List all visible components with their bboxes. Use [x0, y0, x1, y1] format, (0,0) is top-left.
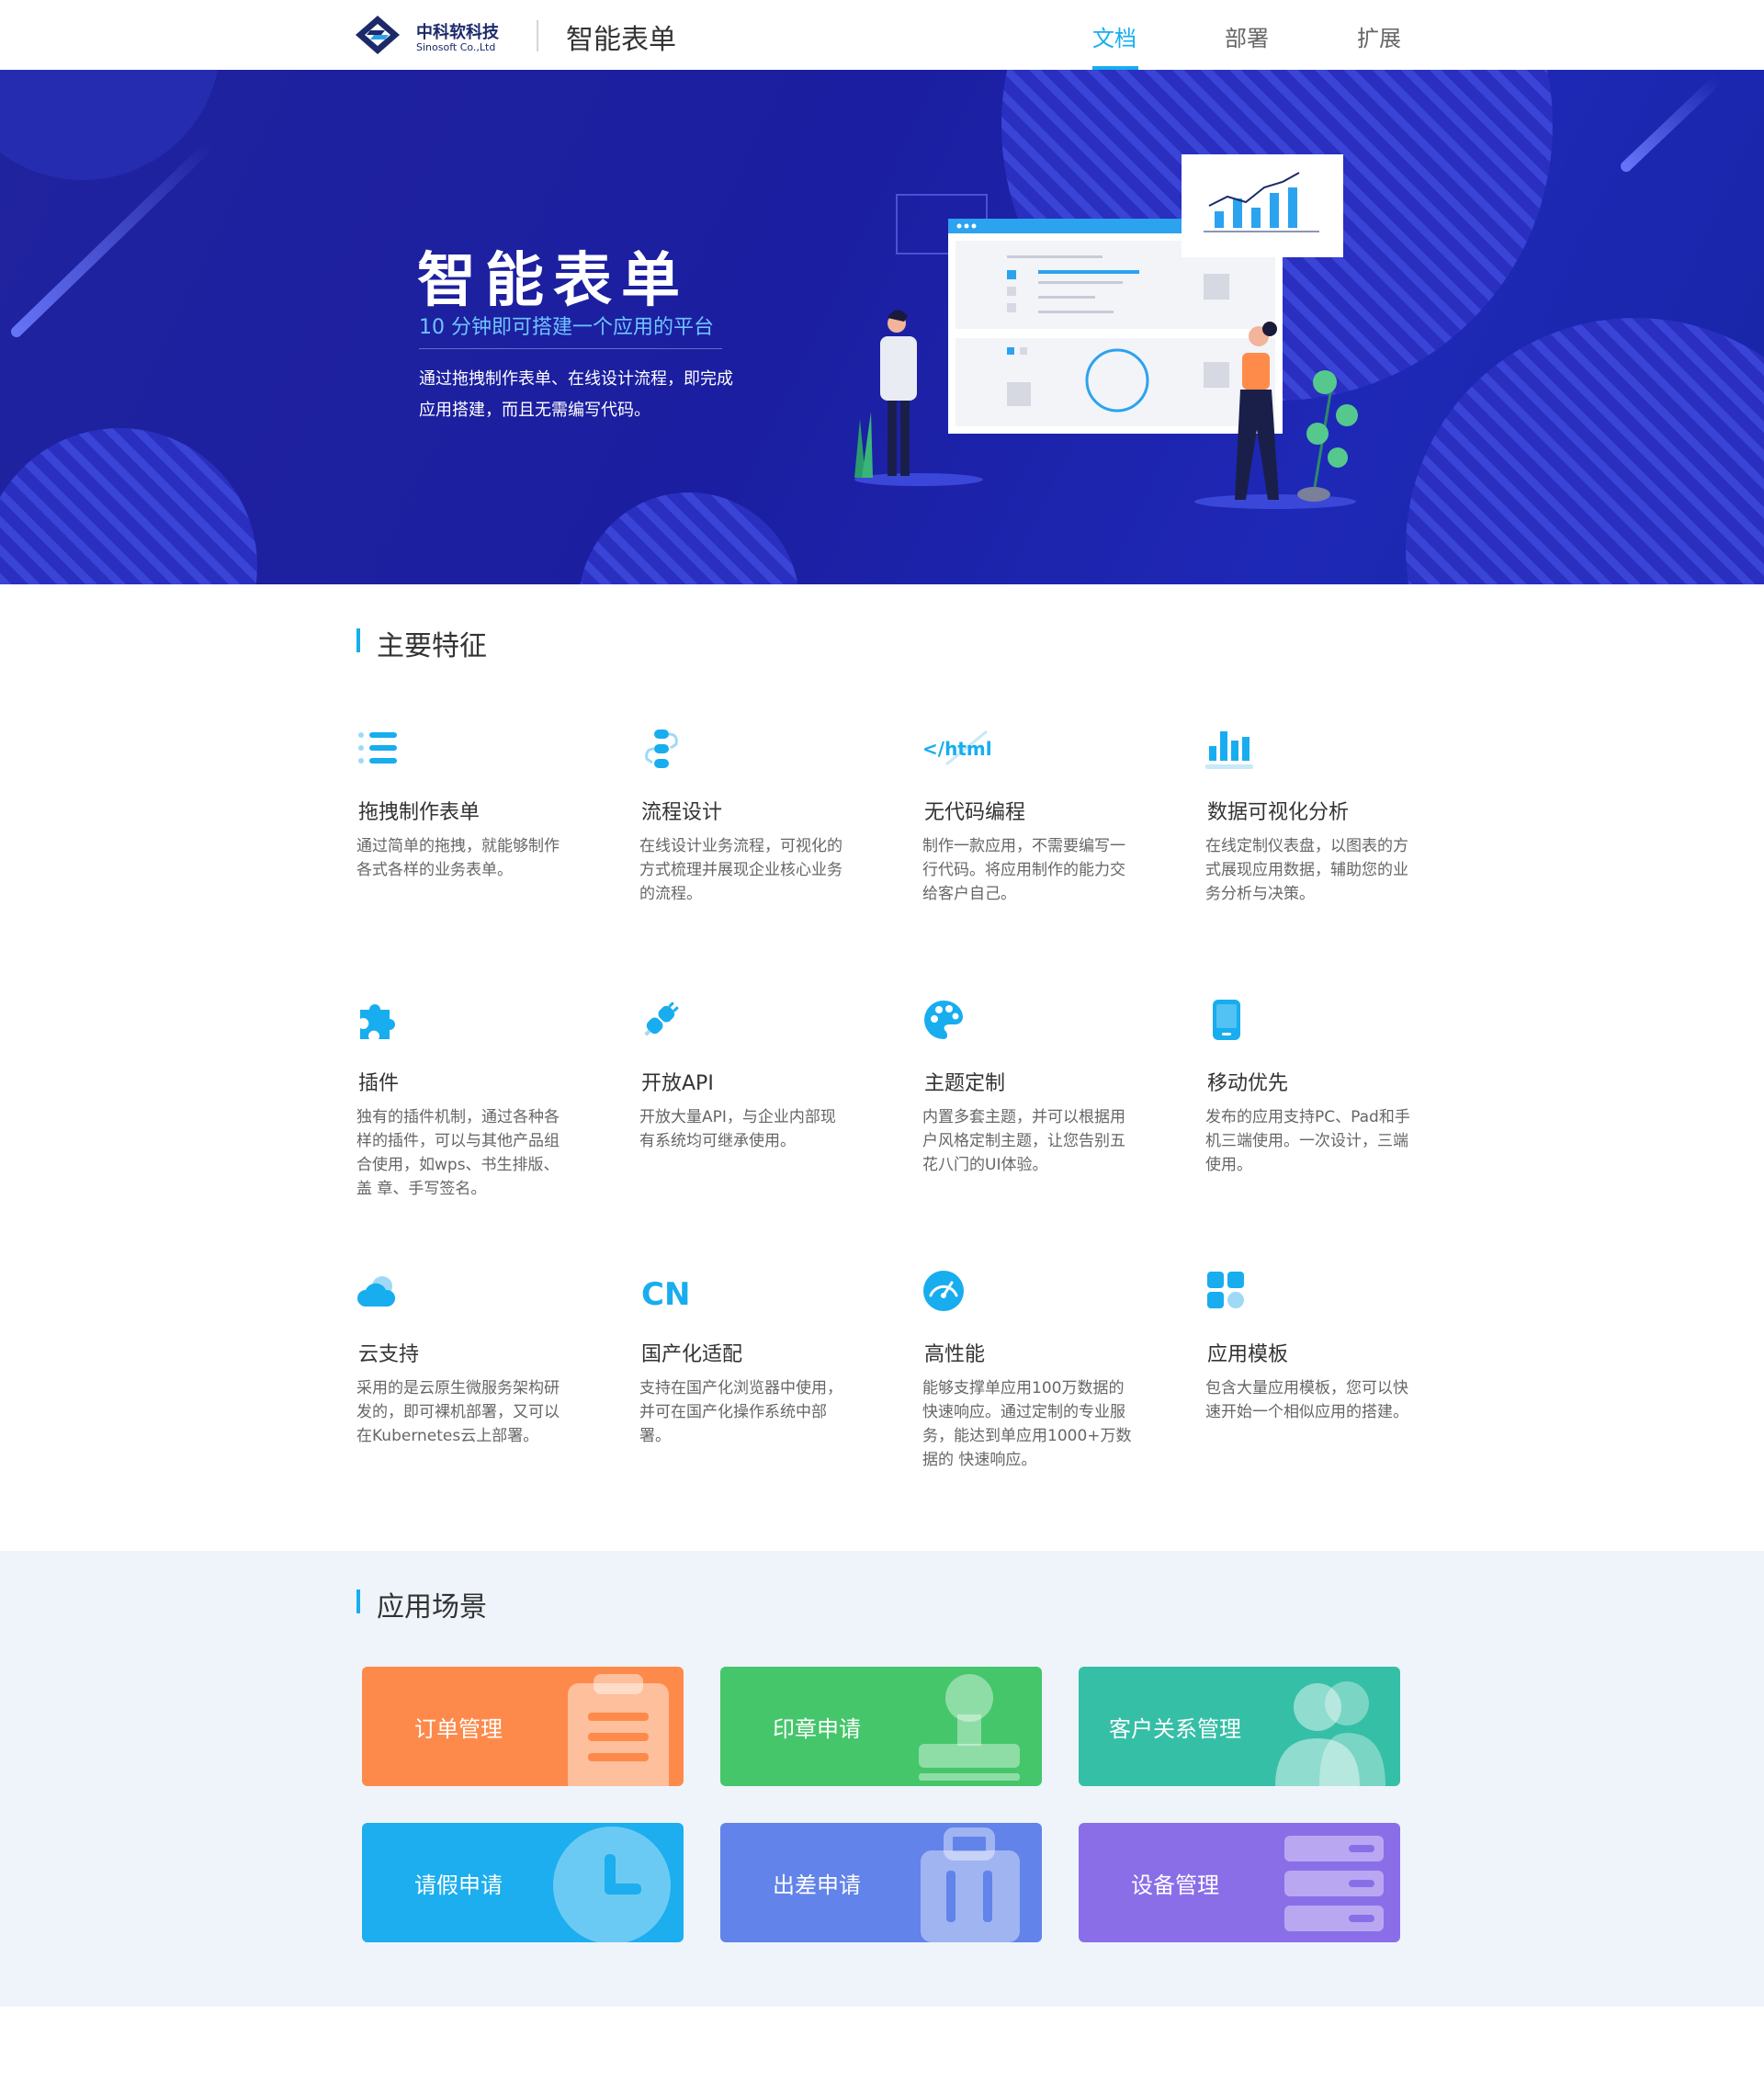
- scenario-label: 请假申请: [414, 1872, 503, 1898]
- logo-company-english: Sinosoft Co.,Ltd: [416, 41, 496, 53]
- feature-name: 主题定制: [924, 1072, 1006, 1095]
- speedometer-icon: [923, 1271, 964, 1311]
- app-title: 智能表单: [566, 24, 676, 56]
- bar-chart-icon: [1205, 731, 1253, 769]
- feature-name: 国产化适配: [641, 1343, 743, 1366]
- cloud-icon: [357, 1276, 396, 1307]
- header-divider: [537, 20, 538, 51]
- company-logo[interactable]: 中科软科技 Sinosoft Co.,Ltd: [354, 12, 510, 58]
- scenario-label: 订单管理: [414, 1716, 503, 1742]
- list-icon: [358, 732, 397, 764]
- cn-icon: CN: [641, 1276, 690, 1312]
- hero-subtitle: 10 分钟即可搭建一个应用的平台: [419, 316, 714, 339]
- scenarios-section-title: 应用场景: [377, 1591, 487, 1623]
- scenario-label: 出差申请: [773, 1872, 861, 1898]
- svg-text:</html: </html: [922, 738, 992, 760]
- feature-description: 采用的是云原生微服务架构研发的，即可裸机部署，又可以在Kubernetes云上部…: [356, 1379, 560, 1445]
- scenario-card-seal[interactable]: 印章申请: [720, 1667, 1042, 1786]
- feature-name: 无代码编程: [924, 801, 1026, 824]
- feature-description: 开放大量API，与企业内部现有系统均可继承使用。: [639, 1108, 836, 1150]
- scenario-card-trip[interactable]: 出差申请: [720, 1823, 1042, 1942]
- feature-name: 流程设计: [641, 801, 723, 824]
- logo-company-name: 中科软科技: [416, 23, 499, 42]
- section-accent-bar: [356, 1590, 360, 1613]
- grid-apps-icon: [1207, 1272, 1244, 1308]
- feature-name: 拖拽制作表单: [358, 801, 481, 824]
- svg-text:CN: CN: [641, 1276, 690, 1312]
- scenario-label: 印章申请: [773, 1716, 861, 1742]
- nav-docs[interactable]: 文档: [1092, 20, 1136, 70]
- scenario-card-equipment[interactable]: 设备管理: [1079, 1823, 1400, 1942]
- hero-illustration: [0, 70, 1764, 584]
- users-icon: [1275, 1681, 1385, 1786]
- feature-description: 发布的应用支持PC、Pad和手机三端使用。一次设计，三端使用。: [1205, 1108, 1410, 1174]
- section-accent-bar: [356, 628, 360, 652]
- server-icon: [1284, 1836, 1384, 1931]
- feature-description: 通过简单的拖拽，就能够制作各式各样的业务表单。: [356, 837, 560, 879]
- flow-icon: [645, 730, 678, 768]
- puzzle-icon: [360, 1004, 395, 1039]
- suitcase-icon: [921, 1827, 1020, 1942]
- feature-description: 能够支撑单应用100万数据的快速响应。通过定制的专业服务，能达到单应用1000+…: [922, 1379, 1132, 1469]
- feature-description: 在线设计业务流程，可视化的方式梳理并展现企业核心业务的流程。: [639, 837, 842, 903]
- clock-icon: [553, 1827, 671, 1942]
- features-section-title: 主要特征: [377, 630, 487, 662]
- feature-name: 应用模板: [1207, 1343, 1289, 1366]
- feature-name: 移动优先: [1207, 1072, 1289, 1095]
- nav-deploy[interactable]: 部署: [1225, 20, 1269, 70]
- feature-name: 数据可视化分析: [1207, 801, 1350, 824]
- scenario-card-order[interactable]: 订单管理: [362, 1667, 684, 1786]
- hero-divider: [419, 348, 722, 349]
- top-header: 中科软科技 Sinosoft Co.,Ltd 智能表单 文档 部署 扩展: [0, 0, 1764, 70]
- feature-description: 独有的插件机制，通过各种各样的插件，可以与其他产品组合使用，如wps、书生排版、…: [356, 1108, 560, 1198]
- mobile-icon: [1213, 1000, 1240, 1040]
- feature-description: 包含大量应用模板，您可以快速开始一个相似应用的搭建。: [1205, 1379, 1408, 1421]
- scenario-card-leave[interactable]: 请假申请: [362, 1823, 684, 1942]
- clipboard-icon: [568, 1674, 669, 1786]
- feature-name: 开放API: [641, 1072, 714, 1095]
- feature-description: 支持在国产化浏览器中使用，并可在国产化操作系统中部署。: [639, 1379, 842, 1445]
- stamp-icon: [919, 1674, 1020, 1781]
- feature-name: 云支持: [358, 1343, 420, 1366]
- html-code-icon: </html: [922, 730, 992, 766]
- sinosoft-logo-icon: [356, 16, 400, 54]
- feature-name: 插件: [358, 1072, 400, 1095]
- feature-name: 高性能: [924, 1343, 986, 1366]
- nav-extend[interactable]: 扩展: [1357, 20, 1401, 70]
- hero-description: 通过拖拽制作表单、在线设计流程，即完成应用搭建，而且无需编写代码。: [419, 369, 733, 420]
- scenario-label: 客户关系管理: [1109, 1716, 1241, 1742]
- feature-description: 制作一款应用，不需要编写一行代码。将应用制作的能力交给客户自己。: [922, 837, 1125, 903]
- scenario-card-crm[interactable]: 客户关系管理: [1079, 1667, 1400, 1786]
- plug-icon: [644, 1001, 679, 1036]
- feature-description: 内置多套主题，并可以根据用户风格定制主题，让您告别五花八门的UI体验。: [922, 1108, 1125, 1174]
- scenario-label: 设备管理: [1131, 1872, 1219, 1898]
- page: 中科软科技 Sinosoft Co.,Ltd 智能表单 文档 部署 扩展 智能表…: [0, 0, 1764, 2093]
- hero-banner: 智能表单 10 分钟即可搭建一个应用的平台 通过拖拽制作表单、在线设计流程，即完…: [0, 70, 1764, 584]
- feature-description: 在线定制仪表盘，以图表的方式展现应用数据，辅助您的业务分析与决策。: [1205, 837, 1408, 903]
- palette-icon: [924, 1001, 963, 1039]
- hero-title: 智能表单: [417, 247, 689, 315]
